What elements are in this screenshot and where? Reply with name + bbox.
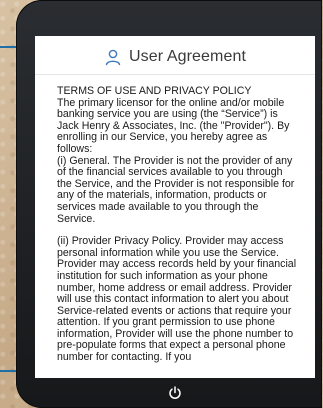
- user-icon: [105, 49, 121, 65]
- bottom-bar: [35, 378, 315, 408]
- agreement-heading: TERMS OF USE AND PRIVACY POLICY: [57, 85, 252, 97]
- page-title: User Agreement: [128, 47, 246, 65]
- agreement-intro: The primary licensor for the online and/…: [57, 96, 290, 155]
- power-icon[interactable]: [168, 386, 182, 400]
- agreement-text[interactable]: TERMS OF USE AND PRIVACY POLICY The prim…: [57, 85, 297, 364]
- agreement-section-ii: (ii) Provider Privacy Policy. Provider m…: [57, 235, 297, 364]
- agreement-section-i: (i) General. The Provider is not the pro…: [57, 154, 295, 225]
- screen: User Agreement TERMS OF USE AND PRIVACY …: [35, 36, 315, 378]
- header: User Agreement: [35, 36, 315, 75]
